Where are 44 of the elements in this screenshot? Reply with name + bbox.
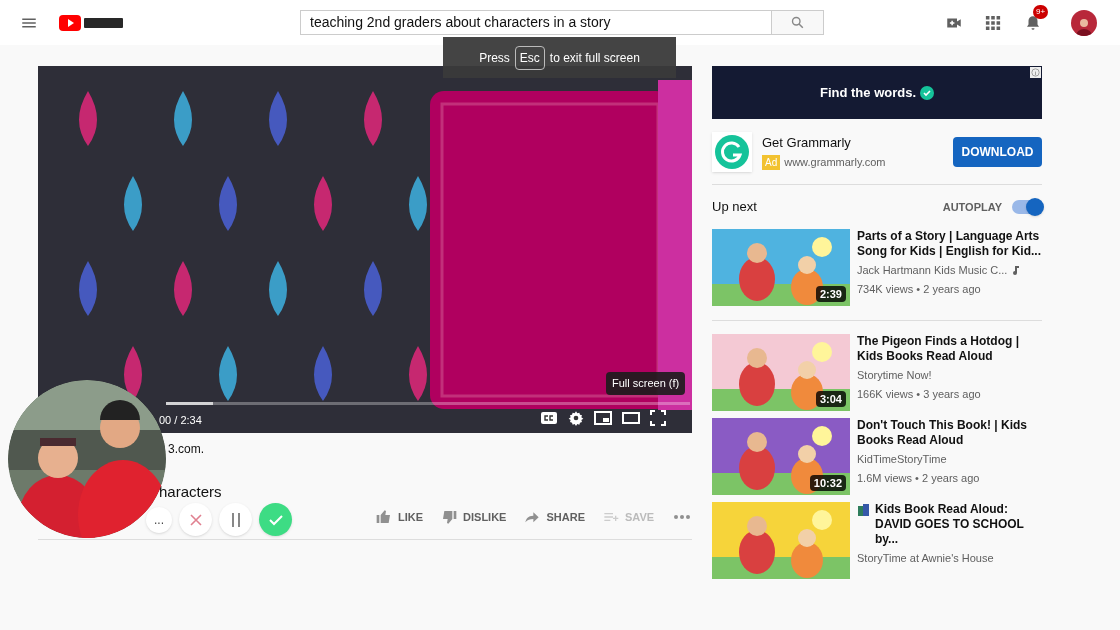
- pause-button[interactable]: [219, 503, 252, 536]
- video-title[interactable]: Don't Touch This Book! | Kids Books Read Aloud: [857, 418, 1042, 448]
- up-next-heading: Up next: [712, 198, 757, 217]
- dislike-button[interactable]: DISLIKE: [441, 509, 507, 526]
- search-field[interactable]: teaching 2nd graders about characters in a story: [300, 10, 772, 35]
- autoplay-label: AUTOPLAY: [942, 199, 1002, 215]
- more-options-icon[interactable]: [674, 515, 691, 520]
- autoplay-toggle[interactable]: [1012, 200, 1042, 214]
- video-title: haracters: [159, 482, 222, 502]
- like-button[interactable]: LIKE: [376, 509, 424, 526]
- download-button[interactable]: DOWNLOAD: [953, 136, 1042, 167]
- view-count: 166K views • 3 years ago: [857, 386, 982, 402]
- notification-count: 9+: [1033, 4, 1049, 19]
- channel-name[interactable]: Storytime Now!: [857, 367, 932, 384]
- channel-name[interactable]: KidTimeStoryTime: [857, 451, 947, 468]
- apps-grid-icon[interactable]: [985, 14, 1001, 31]
- logo-icon[interactable]: [59, 12, 125, 33]
- ad-badge: Ad: [762, 154, 781, 170]
- checkmark-icon: [920, 85, 935, 100]
- pause-icon: [230, 512, 241, 527]
- notification-bell-icon[interactable]: [1024, 13, 1042, 32]
- search-icon: [790, 15, 805, 30]
- video-title[interactable]: Kids Book Read Aloud: DAVID GOES TO SCHOOL by...: [875, 502, 1042, 547]
- video-title[interactable]: Parts of a Story | Language Arts Song for Kids | English for Kid...: [857, 229, 1042, 259]
- video-title[interactable]: The Pigeon Finds a Hotdog | Kids Books Read Aloud: [857, 334, 1042, 364]
- close-icon: [189, 513, 202, 526]
- ad-slogan: Find the words.: [819, 83, 917, 102]
- checkmark-icon: [268, 513, 283, 526]
- ad-title: Get Grammarly: [762, 133, 852, 152]
- view-count: 734K views • 2 years ago: [857, 281, 982, 297]
- key-label: Esc: [514, 45, 545, 70]
- view-count: 1.6M views • 2 years ago: [857, 470, 981, 486]
- channel-name[interactable]: StoryTime at Awnie's House: [857, 550, 994, 567]
- notice-text: Press: [479, 49, 510, 67]
- channel-name[interactable]: Jack Hartmann Kids Music C...: [857, 262, 1008, 279]
- description-text: 3.com.: [168, 441, 204, 458]
- thumbs-up-icon: [376, 509, 392, 526]
- thumbs-down-icon: [441, 509, 458, 526]
- ad-banner[interactable]: Find the words.: [712, 66, 1042, 119]
- more-button[interactable]: ...: [146, 506, 172, 533]
- avatar[interactable]: [1071, 9, 1097, 36]
- notice-text: to exit full screen: [549, 49, 640, 67]
- ad-url: www.grammarly.com: [784, 155, 886, 170]
- share-button[interactable]: SHARE: [524, 509, 585, 526]
